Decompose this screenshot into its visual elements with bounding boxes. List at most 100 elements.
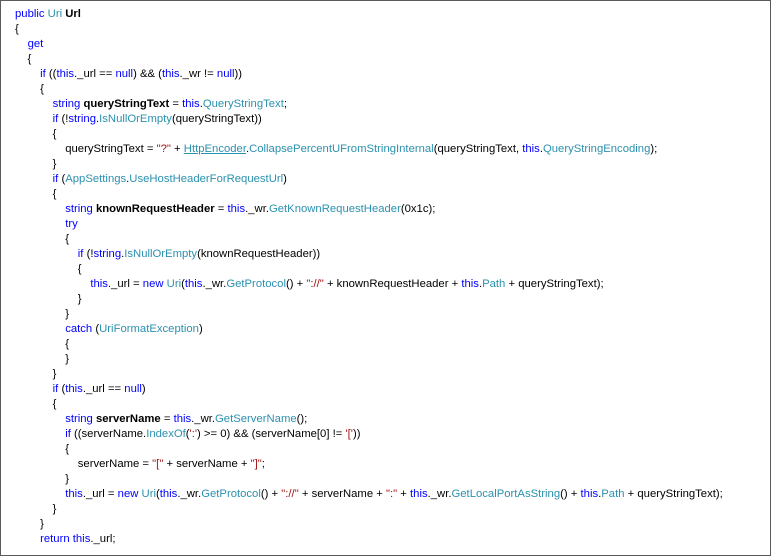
code-token: ._url ==: [82, 383, 125, 395]
code-token: + knownRequestHeader +: [323, 278, 462, 290]
code-token: ._wr !=: [179, 68, 217, 80]
code-line: {: [15, 442, 723, 457]
code-token: }: [15, 293, 82, 305]
identifier-token: QueryStringText: [202, 98, 284, 110]
keyword-token: get: [27, 38, 44, 50]
code-token: {: [15, 53, 32, 65]
code-line: {: [15, 52, 723, 67]
keyword-token: null: [124, 383, 142, 395]
code-line: {: [15, 232, 723, 247]
code-line: this._url = new Uri(this._wr.GetProtocol…: [15, 277, 723, 292]
identifier-token: Uri: [141, 488, 156, 500]
code-token: )): [352, 428, 361, 440]
code-token: + queryStringText);: [505, 278, 604, 290]
identifier-token: UriFormatException: [99, 323, 199, 335]
string-literal: "?": [156, 143, 171, 155]
keyword-token: this: [90, 278, 108, 290]
keyword-token: this: [580, 488, 599, 500]
code-token: (!: [83, 248, 94, 260]
code-token: {: [15, 83, 44, 95]
code-line: {: [15, 127, 723, 142]
code-token: );: [650, 143, 658, 155]
code-token: }: [15, 503, 57, 515]
code-line: public Uri Url: [15, 7, 723, 22]
keyword-token: this: [173, 413, 192, 425]
code-token: ) && (serverName[: [226, 428, 321, 440]
declared-name: knownRequestHeader: [95, 203, 215, 215]
code-line: {: [15, 82, 723, 97]
code-line: }: [15, 292, 723, 307]
code-token: {: [15, 338, 69, 350]
code-token: {: [15, 443, 69, 455]
keyword-token: public: [15, 8, 48, 20]
keyword-token: this: [410, 488, 428, 500]
identifier-token: GetKnownRequestHeader: [268, 203, 401, 215]
code-token: (queryStringText)): [171, 113, 262, 125]
identifier-token: Uri: [166, 278, 182, 290]
code-line: }: [15, 307, 723, 322]
code-token: ): [283, 173, 287, 185]
identifier-token: IndexOf: [146, 428, 186, 440]
code-token: queryStringText =: [15, 143, 157, 155]
keyword-token: this: [184, 278, 203, 290]
keyword-token: this: [182, 98, 200, 110]
declared-name: queryStringText: [83, 98, 170, 110]
keyword-token: null: [216, 68, 235, 80]
keyword-token: this: [72, 533, 91, 545]
code-token: ._url =: [107, 278, 143, 290]
code-line: {: [15, 187, 723, 202]
code-token: ._wr.: [191, 413, 216, 425]
type-link[interactable]: HttpEncoder: [184, 143, 246, 155]
code-line: serverName = "[" + serverName + "]";: [15, 457, 723, 472]
code-token: + serverName +: [163, 458, 251, 470]
code-line: if ((this._url == null) && (this._wr != …: [15, 67, 723, 82]
code-token: ._wr.: [177, 488, 202, 500]
identifier-token: Uri: [47, 8, 66, 20]
code-token: =: [214, 203, 228, 215]
code-token: {: [15, 23, 19, 35]
code-token: );: [428, 203, 436, 215]
code-line: return this._url;: [15, 532, 723, 547]
identifier-token: UseHostHeaderForRequestUrl: [129, 173, 284, 185]
string-literal: ":": [385, 488, 398, 500]
identifier-token: GetProtocol: [201, 488, 261, 500]
code-token: {: [15, 398, 57, 410]
keyword-token: new: [117, 488, 139, 500]
keyword-token: this: [227, 203, 246, 215]
code-line: }: [15, 517, 723, 532]
keyword-token: this: [161, 68, 180, 80]
code-token: {: [15, 188, 57, 200]
identifier-token: QueryStringEncoding: [542, 143, 651, 155]
keyword-token: this: [522, 143, 540, 155]
code-line: if (!string.IsNullOrEmpty(knownRequestHe…: [15, 247, 723, 262]
keyword-token: try: [65, 218, 78, 230]
code-token: ._url;: [90, 533, 116, 545]
code-line: {: [15, 262, 723, 277]
code-token: () +: [285, 278, 307, 290]
identifier-token: GetProtocol: [226, 278, 286, 290]
code-token: (!: [58, 113, 69, 125]
code-token: ._wr.: [245, 203, 269, 215]
code-token: ;: [283, 98, 287, 110]
code-token: () +: [560, 488, 581, 500]
code-line: catch (UriFormatException): [15, 322, 723, 337]
identifier-token: Path: [482, 278, 506, 290]
code-token: }: [15, 308, 69, 320]
code-token: }: [15, 518, 44, 530]
identifier-token: GetServerName: [215, 413, 297, 425]
string-literal: "://": [306, 278, 324, 290]
keyword-token: this: [65, 488, 83, 500]
code-line: }: [15, 502, 723, 517]
string-literal: "://": [281, 488, 299, 500]
identifier-token: Path: [601, 488, 625, 500]
keyword-token: string: [52, 98, 81, 110]
